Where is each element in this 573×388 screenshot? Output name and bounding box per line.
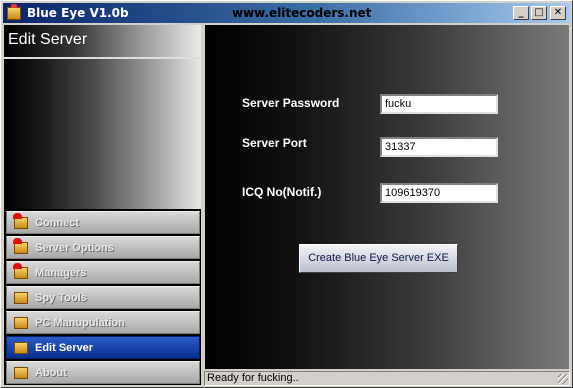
minimize-button[interactable]: _: [513, 6, 529, 20]
sidebar-item-spy-tools[interactable]: Spy Tools: [6, 286, 200, 309]
sidebar-item-pc-manupulation[interactable]: PC Manupulation: [6, 311, 200, 334]
folder-icon: [14, 316, 28, 329]
maximize-button[interactable]: □: [531, 6, 547, 20]
sidebar-item-server-options[interactable]: Server Options: [6, 236, 200, 259]
window-controls: _ □ ✕: [511, 6, 566, 20]
sidebar-banner: [4, 59, 201, 209]
app-icon: [7, 3, 21, 20]
folder-icon: [14, 291, 28, 304]
sidebar-item-label: About: [35, 366, 67, 379]
sidebar-item-label: Server Options: [35, 241, 114, 254]
folder-icon: [14, 341, 28, 354]
server-password-label: Server Password: [242, 96, 340, 110]
sidebar-item-edit-server[interactable]: Edit Server: [6, 336, 200, 359]
sidebar-item-label: PC Manupulation: [35, 316, 125, 329]
sidebar-item-label: Spy Tools: [35, 291, 87, 304]
status-bar: Ready for fucking..: [204, 371, 570, 386]
red-folder-icon: [13, 212, 28, 229]
red-folder-icon: [13, 237, 28, 254]
status-text: Ready for fucking..: [207, 372, 299, 384]
title-url: www.elitecoders.net: [232, 6, 372, 20]
sidebar-item-label: Connect: [35, 216, 79, 229]
folder-icon: [14, 366, 28, 379]
resize-grip[interactable]: [558, 374, 568, 384]
icq-number-label: ICQ No(Notif.): [242, 185, 322, 199]
icq-number-input[interactable]: 109619370: [380, 183, 498, 203]
server-port-label: Server Port: [242, 136, 307, 150]
title-bar[interactable]: Blue Eye V1.0b www.elitecoders.net _ □ ✕: [3, 3, 570, 23]
server-port-input[interactable]: 31337: [380, 137, 498, 157]
app-window: Blue Eye V1.0b www.elitecoders.net _ □ ✕…: [0, 0, 573, 388]
create-server-button[interactable]: Create Blue Eye Server EXE: [299, 244, 458, 273]
sidebar-item-connect[interactable]: Connect: [6, 211, 200, 234]
sidebar-item-about[interactable]: About: [6, 361, 200, 384]
sidebar-item-label: Edit Server: [35, 341, 94, 354]
window-title: Blue Eye V1.0b: [27, 6, 129, 20]
sidebar-header: Edit Server: [4, 25, 201, 59]
server-password-input[interactable]: fucku: [380, 94, 498, 114]
red-folder-icon: [13, 262, 28, 279]
sidebar-item-managers[interactable]: Managers: [6, 261, 200, 284]
sidebar-menu: Connect Server Options Managers Spy Tool…: [6, 211, 200, 386]
sidebar: Edit Server Connect Server Options Manag…: [4, 25, 201, 385]
sidebar-item-label: Managers: [35, 266, 87, 279]
sidebar-header-title: Edit Server: [8, 31, 88, 48]
edit-server-panel: Server Password fucku Server Port 31337 …: [205, 25, 569, 369]
close-button[interactable]: ✕: [550, 6, 566, 20]
